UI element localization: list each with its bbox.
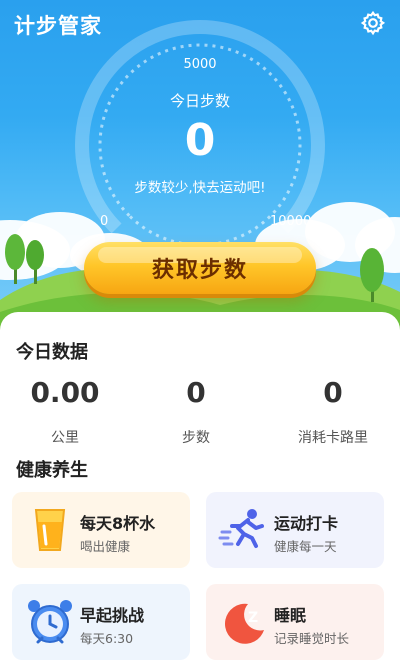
stat-calories: 0 消耗卡路里 — [268, 376, 398, 447]
gauge-mid-label: 5000 — [183, 57, 217, 72]
tile-title: 睡眠 — [274, 606, 307, 625]
stat-label: 公里 — [51, 430, 79, 446]
tile-early-rise[interactable]: 早起挑战 每天6:30 — [12, 584, 190, 660]
get-steps-label: 获取步数 — [151, 258, 248, 283]
stat-value: 0 — [323, 376, 343, 409]
tile-sleep[interactable]: Z 睡眠 记录睡觉时长 — [206, 584, 384, 660]
tile-title: 早起挑战 — [80, 606, 145, 625]
tile-subtitle: 健康每一天 — [274, 539, 337, 554]
svg-text:Z: Z — [248, 610, 258, 626]
app-title: 计步管家 — [14, 14, 102, 38]
tile-subtitle: 记录睡觉时长 — [274, 631, 350, 646]
gauge-max-label: 10000 — [270, 214, 312, 229]
today-data-title: 今日数据 — [16, 342, 88, 363]
hero-panel: 计步管家 5000 今日步数 0 步数较少,快去运动吧! 0 10000 获取步… — [0, 0, 400, 330]
stat-distance: 0.00 公里 — [0, 376, 130, 447]
water-cup-icon — [34, 509, 66, 551]
tile-exercise-checkin[interactable]: 运动打卡 健康每一天 — [206, 492, 384, 568]
tile-subtitle: 每天6:30 — [80, 631, 134, 646]
today-steps-label: 今日步数 — [169, 92, 230, 110]
tile-title: 每天8杯水 — [80, 514, 156, 533]
tile-subtitle: 喝出健康 — [80, 539, 131, 554]
stat-steps: 0 步数 — [131, 376, 261, 447]
health-title: 健康养生 — [16, 460, 88, 481]
content-card: 今日数据 0.00 公里 0 步数 0 消耗卡路里 健康养生 每天8杯水 喝出健… — [0, 312, 400, 666]
running-icon — [218, 509, 264, 548]
stat-label: 消耗卡路里 — [298, 430, 368, 446]
stat-label: 步数 — [182, 430, 210, 446]
motivation-hint: 步数较少,快去运动吧! — [134, 180, 266, 196]
tile-title: 运动打卡 — [274, 514, 339, 533]
sleep-moon-icon: Z — [224, 603, 264, 644]
alarm-clock-icon — [28, 600, 72, 644]
step-count: 0 — [184, 115, 216, 166]
settings-button[interactable] — [360, 10, 386, 36]
gauge-min-label: 0 — [100, 214, 109, 229]
stat-value: 0.00 — [30, 376, 100, 409]
stat-value: 0 — [186, 376, 206, 409]
tile-drink-water[interactable]: 每天8杯水 喝出健康 — [12, 492, 190, 568]
get-steps-button[interactable]: 获取步数 — [84, 242, 316, 294]
gear-icon — [360, 10, 386, 36]
